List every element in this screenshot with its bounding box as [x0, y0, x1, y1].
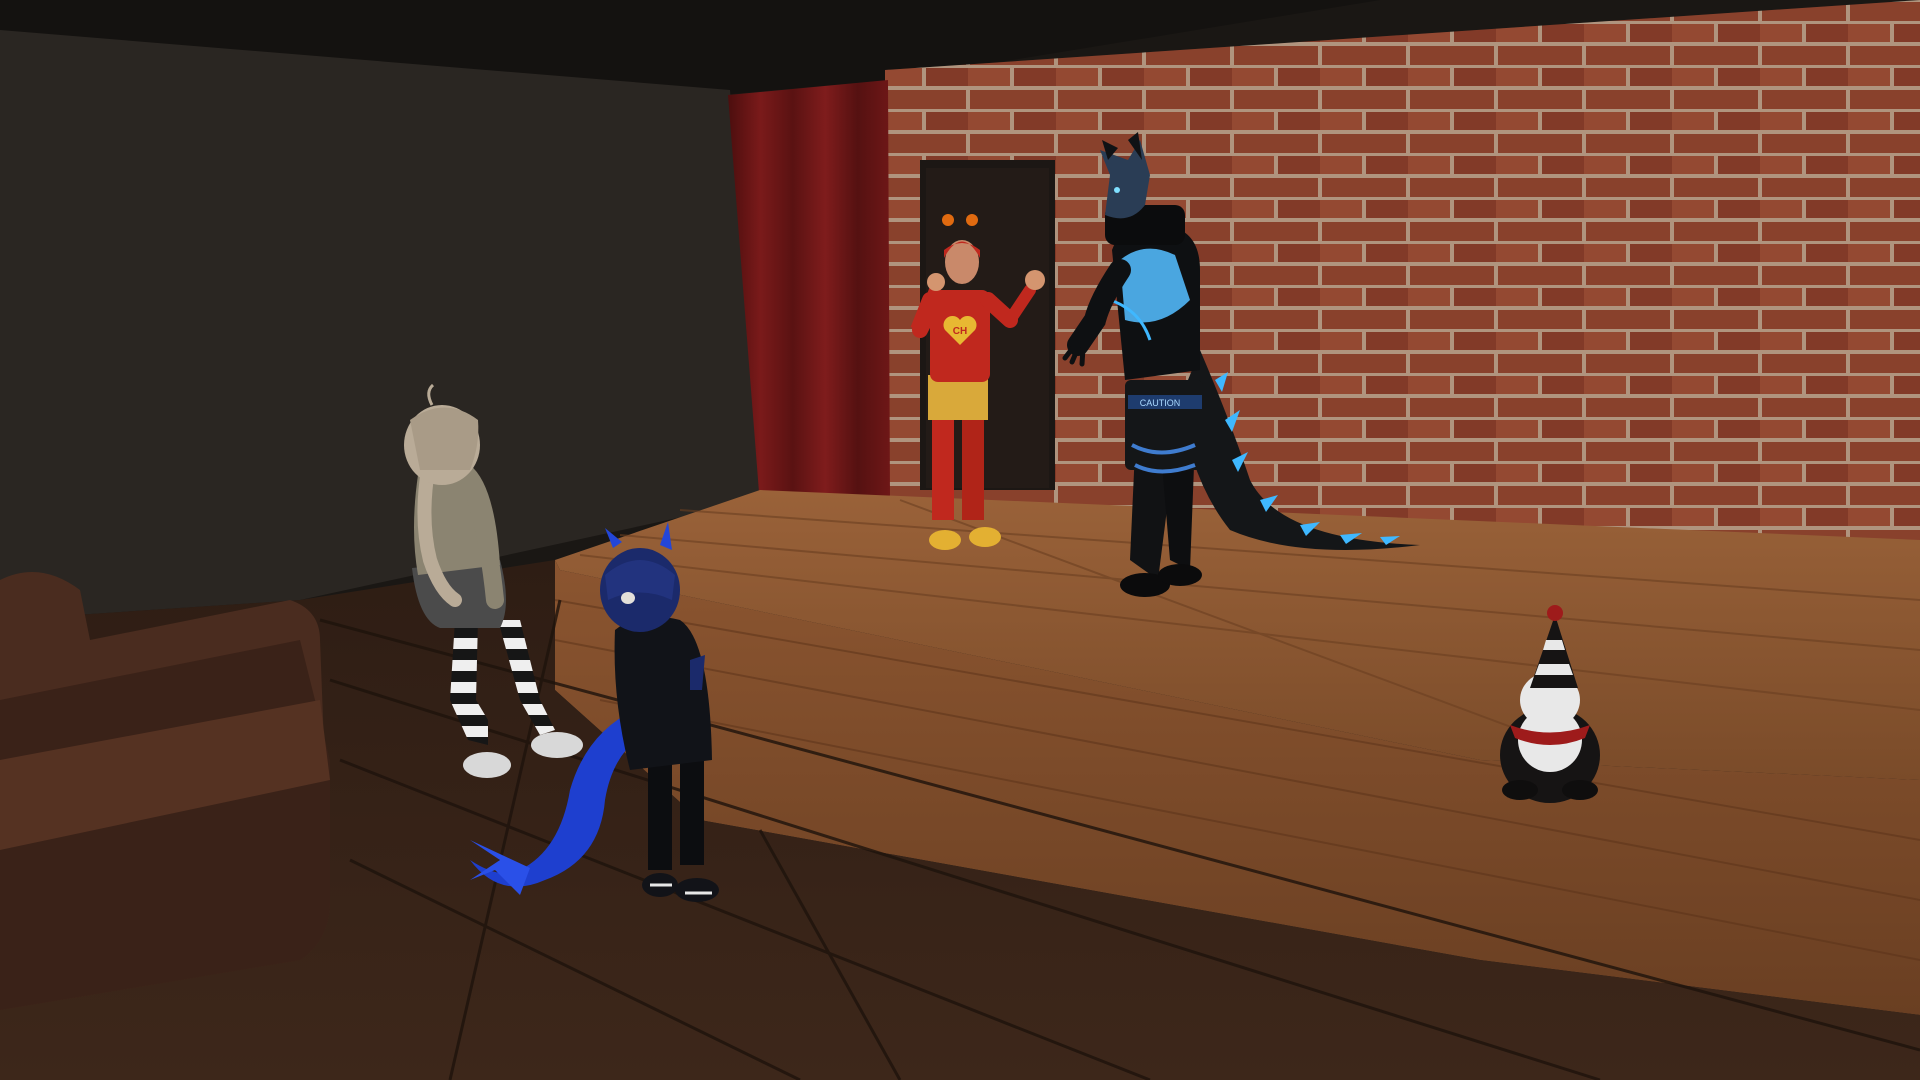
vr-game-viewport[interactable]: CH CAUTION — [0, 0, 1920, 1080]
sofa[interactable] — [0, 572, 330, 1010]
scene-canvas: CH CAUTION — [0, 0, 1920, 1080]
hero-chest-text: CH — [953, 326, 967, 337]
wolf-belt-text: CAUTION — [1140, 398, 1181, 408]
